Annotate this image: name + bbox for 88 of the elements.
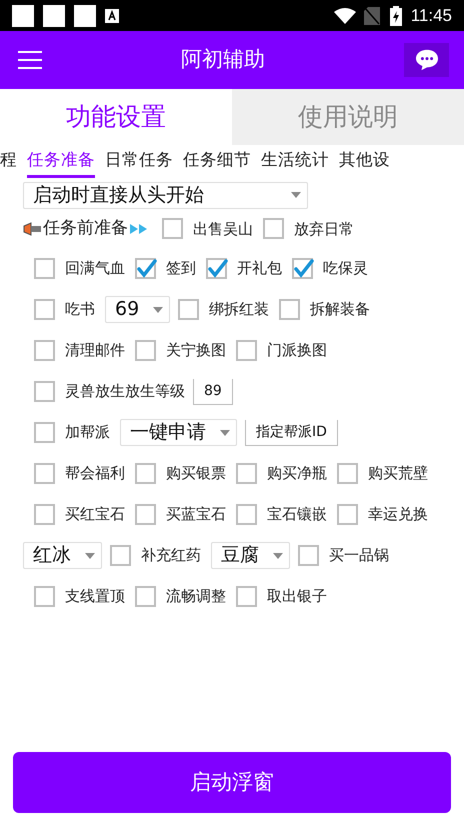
checkbox[interactable] <box>135 586 157 608</box>
menu-icon[interactable] <box>18 50 42 70</box>
checkbox-label: 签到 <box>166 258 196 280</box>
checkbox[interactable] <box>34 462 56 484</box>
checkbox[interactable] <box>337 462 359 484</box>
battery-charging-icon <box>390 6 402 26</box>
checkbox[interactable] <box>206 258 228 280</box>
checkbox-label: 买一品锅 <box>329 545 389 566</box>
checkbox[interactable] <box>236 586 258 608</box>
checkbox-label: 清理邮件 <box>65 340 125 362</box>
checkbox[interactable] <box>236 504 258 526</box>
checkbox-label: 购买净瓶 <box>267 463 327 484</box>
checkbox[interactable] <box>292 258 314 280</box>
checkbox[interactable] <box>135 340 157 362</box>
sub-tab[interactable]: 任务细节 <box>183 148 251 178</box>
checkbox[interactable] <box>34 298 56 320</box>
sub-tab[interactable]: 程 <box>0 148 17 178</box>
checkbox[interactable] <box>162 218 184 240</box>
checkbox-label: 补充红药 <box>141 545 201 566</box>
checkbox[interactable] <box>236 340 258 362</box>
sub-tab[interactable]: 生活统计 <box>261 148 329 178</box>
start-button[interactable]: 启动浮窗 <box>13 752 451 813</box>
checkbox-label: 放弃日常 <box>294 218 354 240</box>
checkbox[interactable] <box>298 544 320 566</box>
caret-icon <box>85 552 95 558</box>
checkbox-label: 门派换图 <box>267 340 327 362</box>
checkbox[interactable] <box>263 218 285 240</box>
checkbox-label: 购买荒壁 <box>368 463 428 484</box>
checkbox-label: 吃书 <box>65 299 95 320</box>
checkbox[interactable] <box>34 586 56 608</box>
sub-tab[interactable]: 任务准备 <box>27 148 95 178</box>
caret-icon <box>153 306 164 312</box>
checkbox-label: 绑拆红装 <box>209 299 270 320</box>
no-signal-icon <box>364 6 380 24</box>
notification-icon <box>74 4 96 26</box>
checkbox-label: 支线置顶 <box>65 586 125 608</box>
section-label: 任务前准备 <box>43 217 128 240</box>
checkbox-label: 关宁换图 <box>166 340 226 362</box>
checkbox-label: 取出银子 <box>267 586 327 608</box>
checkbox[interactable] <box>135 504 157 526</box>
checkbox-label: 买蓝宝石 <box>166 504 226 526</box>
dropdown[interactable]: 豆腐 <box>211 542 290 569</box>
megaphone-icon <box>23 221 43 237</box>
clock: 11:45 <box>410 4 452 27</box>
checkbox[interactable] <box>135 462 157 484</box>
caret-icon <box>273 552 283 558</box>
caret-icon <box>220 430 230 436</box>
double-arrow-icon <box>130 224 148 234</box>
dropdown[interactable]: 69 <box>105 296 170 323</box>
dropdown[interactable]: 一键申请 <box>120 419 237 446</box>
checkbox-label: 回满气血 <box>65 258 125 280</box>
checkbox-label: 灵兽放生放生等级 <box>65 381 185 402</box>
caret-icon <box>291 192 301 198</box>
sub-tab[interactable]: 其他设 <box>339 148 390 178</box>
checkbox[interactable] <box>236 462 258 484</box>
dropdown[interactable]: 启动时直接从头开始 <box>23 182 308 208</box>
checkbox-label: 吃保灵 <box>323 258 368 280</box>
sub-tab[interactable]: 日常任务 <box>105 148 173 178</box>
checkbox[interactable] <box>279 298 302 320</box>
app-title: 阿初辅助 <box>181 46 265 74</box>
checkbox[interactable] <box>110 544 132 566</box>
chat-icon <box>414 49 438 71</box>
checkbox-label: 购买银票 <box>166 463 226 484</box>
checkbox-label: 帮会福利 <box>65 463 125 484</box>
checkbox-label: 流畅调整 <box>166 586 226 608</box>
checkbox-label: 出售吴山 <box>193 218 253 240</box>
checkbox[interactable] <box>34 340 56 362</box>
checkbox-label: 加帮派 <box>65 422 110 444</box>
level-input[interactable]: 89 <box>193 378 233 404</box>
specify-id-button[interactable]: 指定帮派ID <box>245 420 338 446</box>
wifi-icon <box>334 8 356 24</box>
checkbox-label: 开礼包 <box>237 258 282 280</box>
notification-icon <box>12 4 34 26</box>
notification-icon <box>43 4 65 26</box>
checkbox[interactable] <box>34 422 56 444</box>
dropdown[interactable]: 红冰 <box>23 542 102 569</box>
checkbox-label: 宝石镶嵌 <box>267 504 327 526</box>
checkbox-label: 幸运兑换 <box>368 504 428 526</box>
chat-button[interactable] <box>404 43 449 77</box>
checkbox[interactable] <box>337 504 359 526</box>
checkbox-label: 拆解装备 <box>310 299 370 320</box>
checkbox[interactable] <box>34 504 56 526</box>
checkbox[interactable] <box>34 380 56 402</box>
checkbox[interactable] <box>34 258 56 280</box>
checkbox[interactable] <box>178 298 200 320</box>
checkbox[interactable] <box>135 258 157 280</box>
keyboard-icon <box>105 8 119 22</box>
checkbox-label: 买红宝石 <box>65 504 125 526</box>
